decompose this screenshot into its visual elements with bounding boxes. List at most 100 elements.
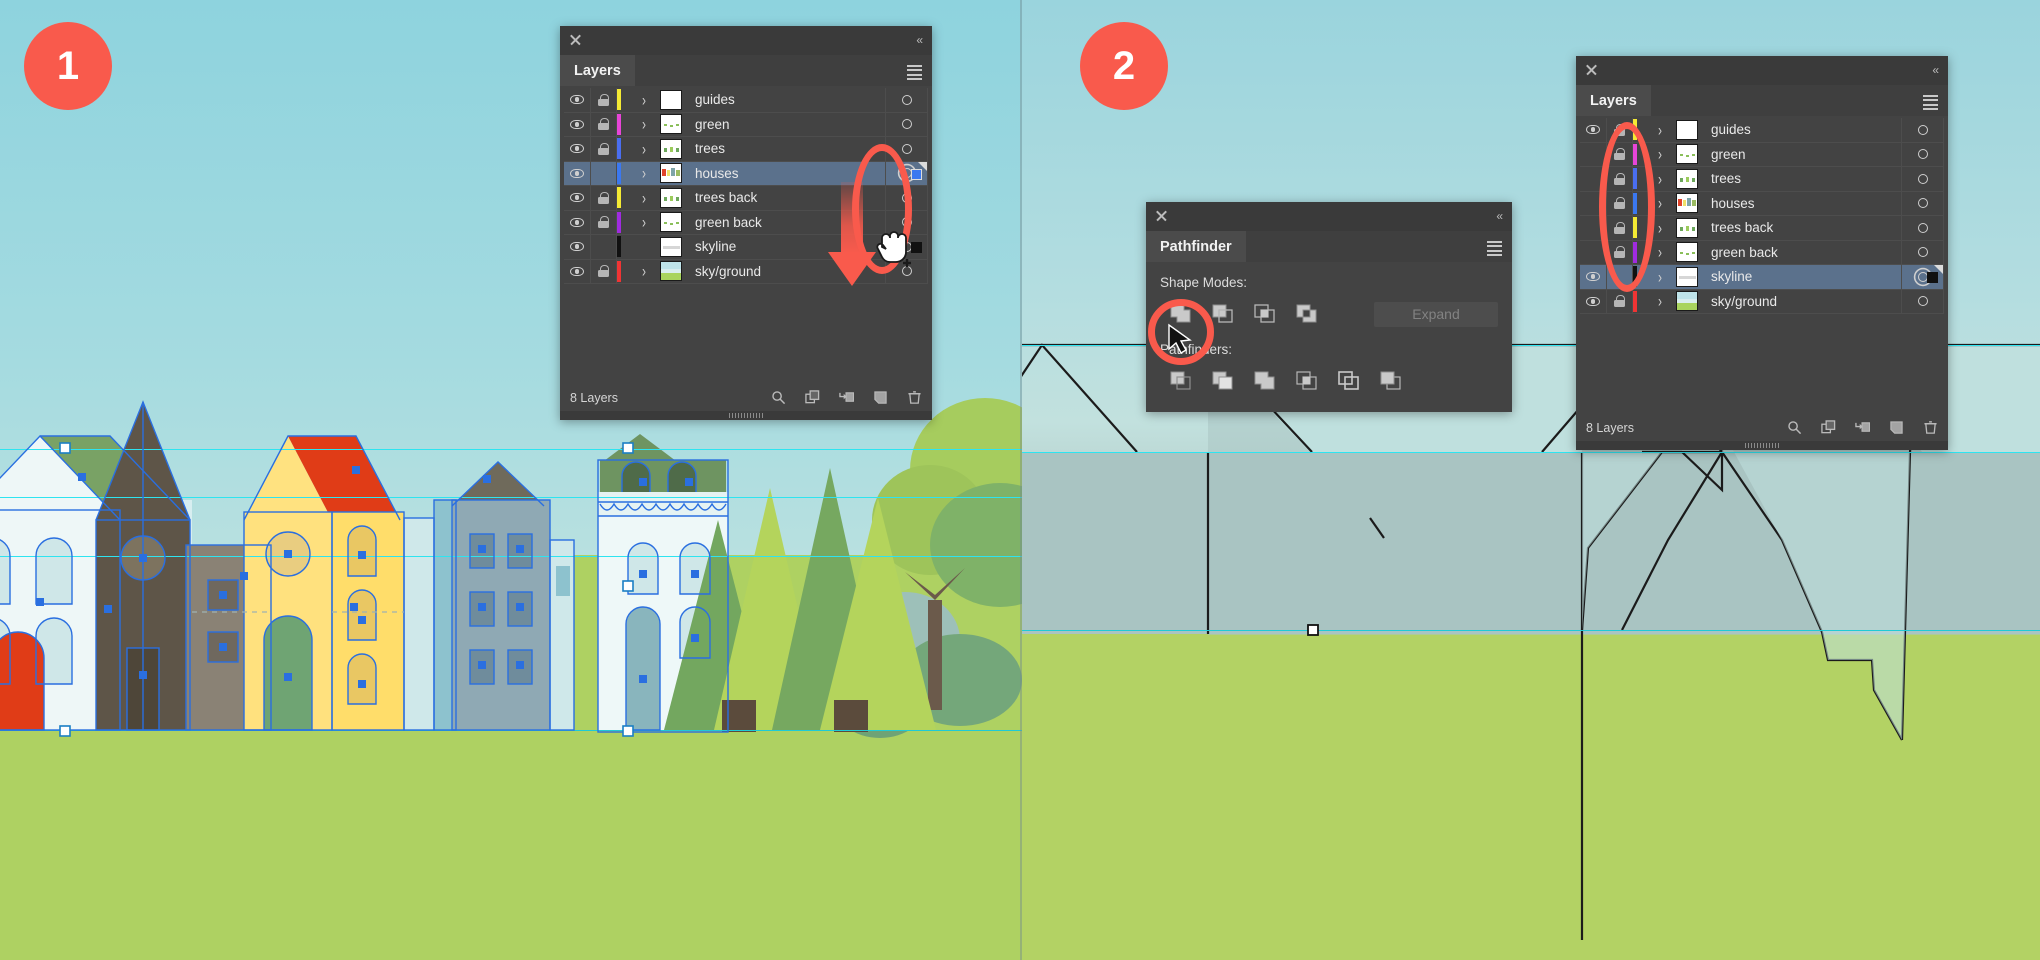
target-column[interactable] [1901,191,1944,215]
collapse-icon[interactable]: « [916,33,923,47]
target-circle-icon[interactable] [901,94,912,105]
lock-toggle[interactable] [1607,167,1633,191]
panel-resize-grip[interactable] [560,411,932,420]
visibility-toggle[interactable] [564,161,591,185]
expand-layer-arrow[interactable]: › [632,260,656,284]
expand-layer-arrow[interactable]: › [1648,216,1672,240]
target-circle-icon[interactable] [1917,124,1928,135]
expand-layer-arrow[interactable]: › [632,88,656,112]
target-circle-icon[interactable] [1917,247,1928,258]
expand-layer-arrow[interactable]: › [632,113,656,137]
target-column[interactable] [885,112,928,136]
target-column[interactable] [1901,265,1944,289]
trim-icon[interactable] [1202,366,1244,396]
target-circle-icon[interactable] [1917,198,1928,209]
locate-object-icon[interactable] [1787,420,1802,435]
lock-toggle[interactable] [1607,191,1633,215]
panel-menu-icon[interactable] [907,65,922,80]
delete-layer-icon[interactable] [907,390,922,405]
skyline-drop-indicator[interactable] [911,242,922,253]
outline-icon[interactable] [1328,366,1370,396]
visibility-toggle[interactable] [564,112,591,136]
layer-row[interactable]: › green [564,112,928,137]
lock-toggle[interactable] [591,137,617,161]
visibility-toggle[interactable] [1580,142,1607,166]
expand-layer-arrow[interactable]: › [632,211,656,235]
collapse-icon[interactable]: « [1496,209,1503,223]
expand-layer-arrow[interactable]: › [1648,118,1672,142]
target-column[interactable] [885,186,928,210]
layer-row[interactable]: › green back [1580,240,1944,265]
target-column[interactable] [885,88,928,112]
tab-layers[interactable]: Layers [1576,85,1651,116]
tab-pathfinder[interactable]: Pathfinder [1146,231,1246,262]
visibility-toggle[interactable] [564,210,591,234]
make-sublayer-icon[interactable] [805,390,820,405]
target-column[interactable] [885,161,928,185]
release-to-layers-icon[interactable] [1855,420,1871,435]
visibility-toggle[interactable] [1580,289,1607,313]
expand-layer-arrow[interactable]: › [1648,265,1672,289]
lock-toggle[interactable] [1607,118,1633,142]
merge-icon[interactable] [1244,366,1286,396]
tab-layers[interactable]: Layers [560,55,635,86]
target-circle-icon[interactable] [901,168,912,179]
expand-layer-arrow[interactable]: › [1648,290,1672,314]
visibility-toggle[interactable] [1580,240,1607,264]
target-circle-icon[interactable] [901,143,912,154]
selection-indicator[interactable] [1927,272,1938,283]
minus-back-icon[interactable] [1370,366,1412,396]
layer-row[interactable]: › guides [1580,118,1944,143]
lock-toggle[interactable] [1607,142,1633,166]
close-icon[interactable] [1585,63,1598,76]
expand-layer-arrow[interactable]: › [632,186,656,210]
layer-row[interactable]: › trees [1580,167,1944,192]
visibility-toggle[interactable] [564,88,591,112]
lock-toggle[interactable] [591,210,617,234]
exclude-icon[interactable] [1286,299,1328,329]
layer-row[interactable]: › skyline [1580,265,1944,290]
minus-front-icon[interactable] [1202,299,1244,329]
new-layer-icon[interactable] [1889,420,1904,435]
visibility-toggle[interactable] [1580,265,1607,289]
lock-toggle[interactable] [1607,289,1633,313]
target-column[interactable] [1901,289,1944,313]
new-layer-icon[interactable] [873,390,888,405]
visibility-toggle[interactable] [564,186,591,210]
release-to-layers-icon[interactable] [839,390,855,405]
layer-row[interactable]: › green [1580,142,1944,167]
layer-row[interactable]: › sky/ground [1580,289,1944,314]
layer-row[interactable]: › guides [564,88,928,113]
visibility-toggle[interactable] [1580,216,1607,240]
expand-layer-arrow[interactable]: › [1648,241,1672,265]
expand-button[interactable]: Expand [1374,301,1498,327]
panel-menu-icon[interactable] [1923,95,1938,110]
expand-layer-arrow[interactable]: › [1648,143,1672,167]
target-circle-icon[interactable] [1917,296,1928,307]
target-circle-icon[interactable] [1917,173,1928,184]
expand-layer-arrow[interactable] [632,235,656,259]
expand-layer-arrow[interactable]: › [632,137,656,161]
lock-toggle[interactable] [1607,216,1633,240]
target-column[interactable] [1901,216,1944,240]
panel-menu-icon[interactable] [1487,241,1502,256]
visibility-toggle[interactable] [1580,118,1607,142]
expand-layer-arrow[interactable]: › [1648,167,1672,191]
target-circle-icon[interactable] [1917,149,1928,160]
crop-icon[interactable] [1286,366,1328,396]
lock-toggle[interactable] [1607,240,1633,264]
expand-layer-arrow[interactable]: › [1648,192,1672,216]
divide-icon[interactable] [1160,366,1202,396]
lock-toggle[interactable] [591,259,617,283]
make-sublayer-icon[interactable] [1821,420,1836,435]
panel-resize-grip[interactable] [1576,441,1948,450]
layer-row[interactable]: › trees [564,137,928,162]
pathfinder-panel[interactable]: « Pathfinder Shape Modes: Expand Pathfin… [1146,202,1512,412]
close-icon[interactable] [569,33,582,46]
target-column[interactable] [1901,118,1944,142]
lock-toggle[interactable] [1607,265,1633,289]
visibility-toggle[interactable] [1580,167,1607,191]
target-circle-icon[interactable] [1917,271,1928,282]
expand-layer-arrow[interactable]: › [632,162,656,186]
intersect-icon[interactable] [1244,299,1286,329]
